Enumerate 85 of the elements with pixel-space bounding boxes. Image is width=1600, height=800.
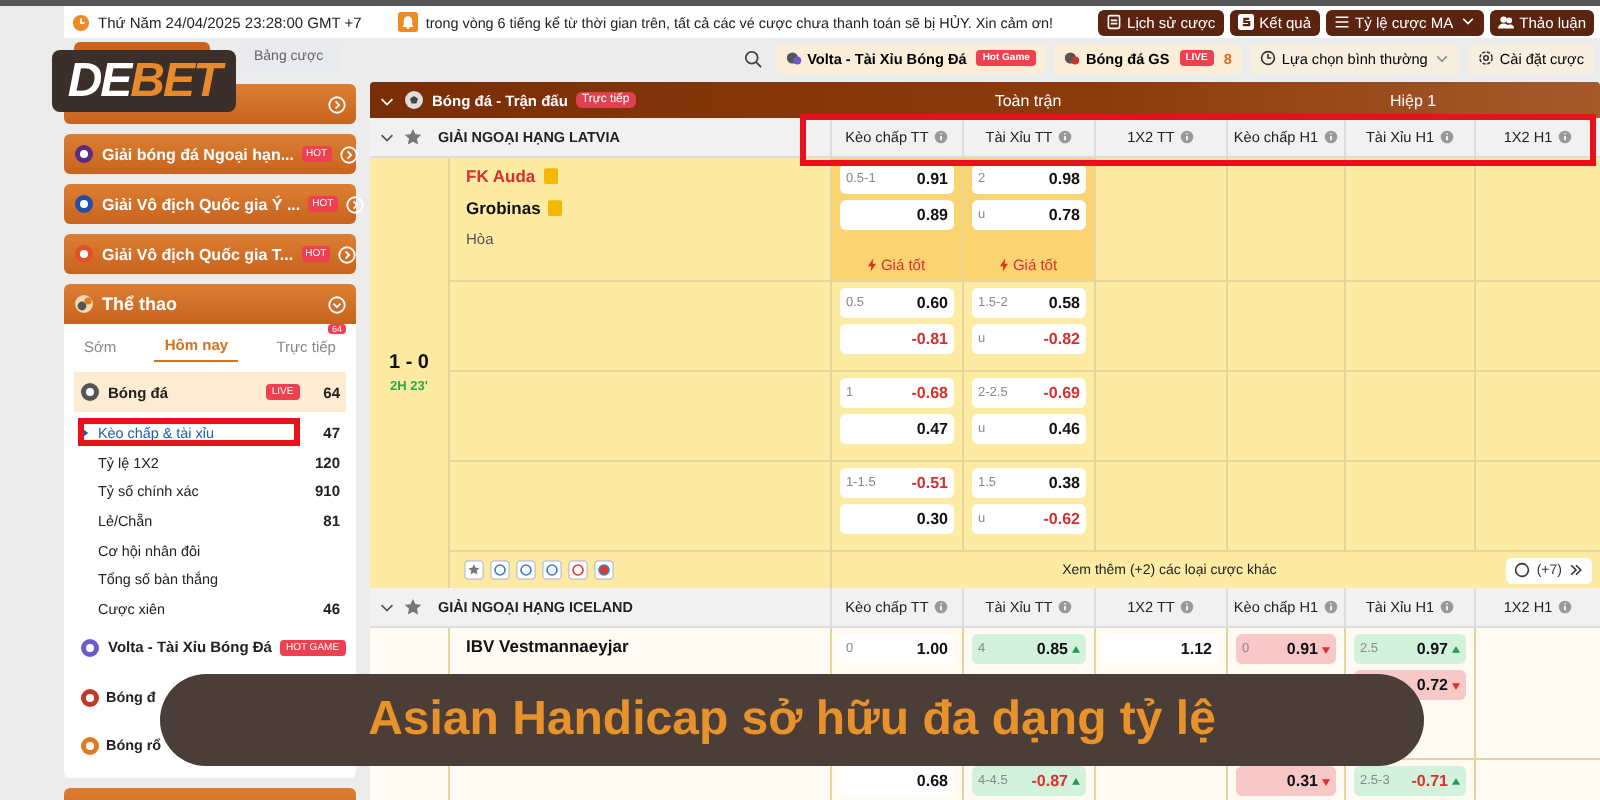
info-icon[interactable] [1558, 130, 1573, 144]
odds-button[interactable]: 0.89 [840, 200, 954, 230]
double-chevron-icon [1568, 562, 1584, 578]
up-arrow-icon [1452, 777, 1460, 785]
pointer-icon [80, 427, 90, 438]
odds-cell [1226, 462, 1344, 552]
down-arrow-icon [1322, 777, 1330, 785]
people-icon [1497, 14, 1514, 30]
menu-icon [1333, 14, 1350, 30]
sport-icon [80, 382, 100, 402]
team-name: Grobinas [466, 198, 541, 218]
tool-icon[interactable] [490, 560, 510, 580]
odds-cell [1344, 372, 1474, 462]
odds-cell [1474, 462, 1600, 552]
full-match-label: Toàn trận [992, 91, 1064, 109]
info-icon[interactable] [1440, 600, 1455, 614]
up-arrow-icon [1072, 645, 1080, 653]
down-arrow-icon [1322, 645, 1330, 653]
league-logo-icon [74, 194, 94, 214]
odds-cell [1344, 158, 1474, 282]
league-name: Giải Vô địch Quốc gia Ý ... [102, 195, 301, 213]
caret-icon [1459, 14, 1476, 30]
info-icon[interactable] [1324, 600, 1339, 614]
clock-icon [1259, 50, 1276, 66]
team-name: FK Auda [466, 166, 536, 186]
info-icon[interactable] [1324, 130, 1339, 144]
odds-cell [1226, 282, 1344, 372]
sport-icon [80, 687, 100, 708]
search-icon[interactable] [743, 49, 762, 67]
sports-title: Thể thao [102, 294, 179, 314]
league-logo-icon [74, 244, 94, 264]
info-icon[interactable] [1558, 600, 1573, 614]
odds-button[interactable]: 0.30 [840, 504, 954, 534]
sports-icon [74, 294, 94, 314]
info-icon[interactable] [1058, 130, 1073, 144]
info-icon[interactable] [934, 600, 949, 614]
info-icon[interactable] [934, 130, 949, 144]
star-icon[interactable] [404, 128, 422, 146]
odds-cell [1474, 158, 1600, 282]
football-icon [404, 90, 424, 110]
odds-button[interactable]: 0.31 [1236, 766, 1336, 796]
star-icon[interactable] [404, 598, 422, 616]
odds-button[interactable]: 0.47 [840, 414, 954, 444]
tool-icon[interactable] [594, 560, 614, 580]
down-arrow-icon [1452, 681, 1460, 689]
info-icon[interactable] [1180, 130, 1195, 144]
odds-button[interactable]: 0.68 [840, 766, 954, 796]
match-score: 1 - 0 [388, 352, 429, 374]
ball-icon [1514, 562, 1531, 578]
odds-button[interactable]: 1.12 [1104, 634, 1218, 664]
caption-text: Asian Handicap sở hữu đa dạng tỷ lệ [368, 692, 1216, 748]
tool-icon[interactable] [568, 560, 588, 580]
sport-icon [785, 50, 802, 66]
league-name: Giải Vô địch Quốc gia T... [102, 245, 294, 263]
lightning-icon [868, 258, 877, 272]
first-half-label: Hiệp 1 [1387, 91, 1439, 109]
up-arrow-icon [1452, 645, 1460, 653]
sport-icon [80, 637, 100, 658]
odds-cell [1474, 282, 1600, 372]
sport-icon [1063, 50, 1080, 66]
tool-icon[interactable] [516, 560, 536, 580]
info-icon[interactable] [1058, 600, 1073, 614]
info-icon[interactable] [1440, 130, 1455, 144]
clock-icon [72, 13, 90, 31]
info-icon[interactable] [1180, 600, 1195, 614]
logo: DEBET [52, 50, 236, 112]
league-name: Giải bóng đá Ngoại hạn... [102, 145, 295, 163]
team-name: IBV Vestmannaeyjar [466, 636, 629, 656]
settings-icon [1477, 50, 1494, 66]
odds-cell [1474, 372, 1600, 462]
odds-cell [1344, 282, 1474, 372]
odds-button[interactable]: -0.81 [840, 324, 954, 354]
odds-cell [1226, 158, 1344, 282]
odds-cell [1226, 372, 1344, 462]
odds-cell [1344, 462, 1474, 552]
lightning-icon [1000, 258, 1009, 272]
tool-icon[interactable] [464, 560, 484, 580]
league-logo-icon [74, 144, 94, 164]
document-icon [1105, 14, 1122, 30]
sport-icon [80, 735, 100, 756]
results-icon [1237, 14, 1254, 30]
tool-icon[interactable] [542, 560, 562, 580]
caret-icon [1433, 50, 1450, 66]
up-arrow-icon [1072, 777, 1080, 785]
bell-icon [397, 12, 418, 32]
